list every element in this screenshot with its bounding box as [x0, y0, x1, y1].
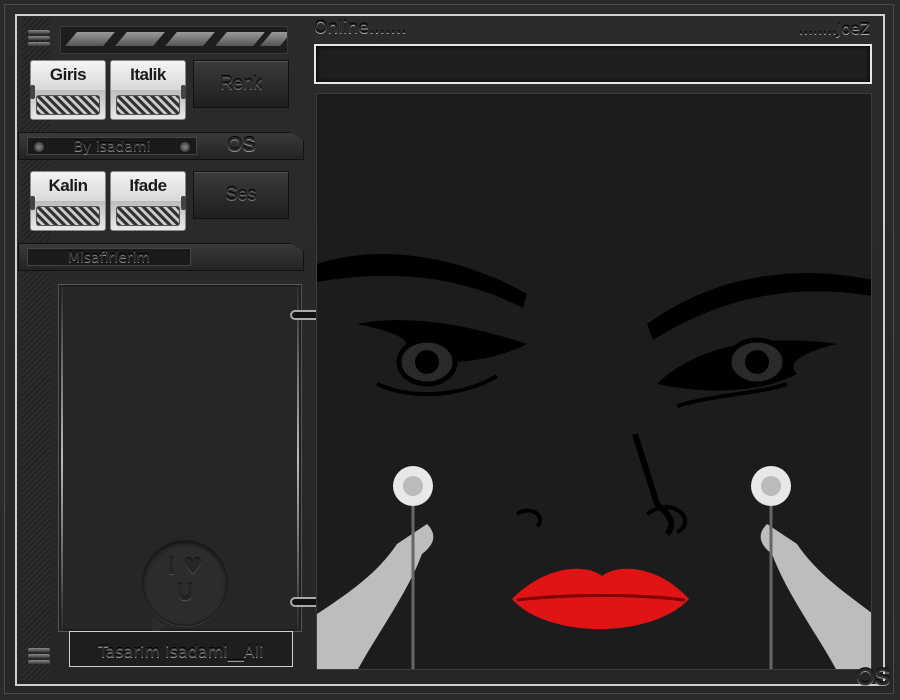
top-grip-icon	[28, 28, 50, 50]
ifade-button[interactable]: Ifade	[110, 171, 186, 231]
giris-label: Giris	[49, 65, 87, 84]
corner-os-logo: OS	[856, 664, 891, 691]
love-line2: U	[176, 581, 194, 606]
credit-bar: By isadami OS	[18, 132, 304, 160]
hatch-pattern	[36, 206, 100, 226]
italik-button[interactable]: Italik	[110, 60, 186, 120]
renk-label: Renk	[219, 73, 263, 93]
renk-button[interactable]: Renk	[193, 60, 289, 108]
kalin-button[interactable]: Kalin	[30, 171, 106, 231]
hatch-pattern	[116, 95, 180, 115]
kalin-label: Kalin	[48, 176, 88, 195]
online-label: Online.......	[314, 18, 407, 38]
italik-label: Italik	[130, 65, 166, 84]
online-users-box[interactable]	[314, 44, 872, 84]
love-badge-icon: I ♥ U	[142, 540, 228, 626]
guests-title-slot: Misafirlerim	[27, 248, 191, 266]
guests-title-bar: Misafirlerim	[18, 243, 304, 271]
credit-bar-label: By isadami	[73, 139, 151, 155]
ses-label: Ses	[225, 184, 257, 204]
chat-area[interactable]	[316, 93, 872, 670]
ses-button[interactable]: Ses	[193, 171, 289, 219]
credit-slot: By isadami	[27, 137, 197, 155]
love-line1: I ♥	[167, 555, 203, 580]
ifade-label: Ifade	[129, 176, 167, 195]
guests-title: Misafirlerim	[67, 250, 151, 266]
bottom-grip-icon	[28, 646, 50, 668]
designer-credit: Tasarim isadami__Ali	[69, 631, 293, 667]
stripe-logo	[60, 26, 288, 54]
face-artwork	[317, 254, 871, 669]
hatch-pattern	[116, 206, 180, 226]
nick-label: ........JoeZ	[798, 20, 870, 38]
hatch-pattern	[36, 95, 100, 115]
giris-button[interactable]: Giris	[30, 60, 106, 120]
os-logo: OS	[227, 134, 256, 156]
designer-credit-label: Tasarim isadami__Ali	[98, 642, 264, 661]
dot-icon	[180, 142, 190, 152]
